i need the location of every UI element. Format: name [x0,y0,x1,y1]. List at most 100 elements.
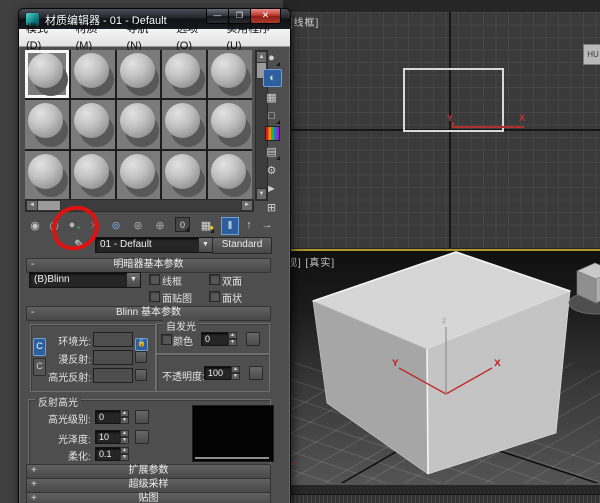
material-type-button[interactable]: Standard [212,237,272,254]
specular-level-spinner[interactable]: ▲ ▼ [120,410,129,424]
self-illum-color-checkbox[interactable] [161,334,172,345]
perspective-viewport[interactable]: Y X z x 视] [真实] [283,249,600,487]
faceted-checkbox[interactable] [209,291,220,302]
collapse-icon[interactable]: - [31,259,34,271]
material-sample-slot-0[interactable] [25,50,69,99]
opacity-map-button[interactable] [249,366,263,380]
material-id-channel-icon[interactable]: 0 [175,217,190,232]
material-options-icon[interactable]: ⚙ [263,162,280,178]
rollout-blinn-basic-params[interactable]: - Blinn 基本参数 [26,306,271,321]
sample-type-icon[interactable]: ● [263,50,280,66]
sample-horizontal-scrollbar[interactable]: ◄ ► [25,199,254,212]
sample-uv-tiling-icon[interactable]: □ [263,108,280,124]
make-preview-icon[interactable]: ▤ [263,144,280,160]
dropdown-arrow-icon[interactable]: ▼ [198,238,212,252]
glossiness-map-button[interactable] [135,430,149,444]
background-checker-icon[interactable]: ▦ [263,89,280,105]
self-illum-spinner[interactable]: ▲ ▼ [228,332,237,346]
glossiness-field[interactable]: 10 [95,430,122,444]
video-color-check-icon[interactable] [265,126,280,141]
highlight-curve [195,457,269,459]
diffuse-specular-lock-button[interactable]: C [33,358,46,376]
material-sample-slot-2[interactable] [116,50,161,99]
glossiness-spinner[interactable]: ▲ ▼ [120,430,129,444]
material-sample-slot-5[interactable] [25,100,69,149]
ambient-color-swatch[interactable] [93,332,133,347]
soften-spinner[interactable]: ▲ ▼ [120,447,129,461]
opacity-spinner[interactable]: ▲ ▼ [231,366,240,380]
self-illum-map-button[interactable] [246,332,260,346]
material-sample-slot-6[interactable] [70,100,115,149]
icon-overlay: ● [209,223,214,232]
collapse-icon[interactable]: - [31,307,34,319]
material-sample-slot-4[interactable] [208,50,252,99]
sample-sphere [73,103,109,139]
rollout-extended-params[interactable]: + 扩展参数 [26,464,271,479]
specular-map-button[interactable] [135,369,147,381]
rollout-shader-basic-params[interactable]: - 明暗器基本参数 [26,258,271,273]
scroll-right-icon[interactable]: ► [241,200,253,211]
time-trackbar[interactable] [283,494,600,503]
material-name-dropdown[interactable]: 01 - Default ▼ [95,237,213,253]
diffuse-map-button[interactable] [135,351,147,363]
backlight-icon[interactable]: ◐ [263,68,282,87]
material-sample-slot-14[interactable] [208,150,252,199]
box-object-front-view[interactable] [403,68,504,132]
material-sample-slot-8[interactable] [162,100,207,149]
self-illum-value-field[interactable]: 0 [201,332,230,346]
specular-color-swatch[interactable] [93,368,133,383]
face-map-label: 面贴图 [162,294,192,305]
specular-level-field[interactable]: 0 [95,410,122,424]
front-x-axis-line [452,126,524,128]
show-map-in-viewport-icon[interactable]: ▦ ● [198,217,214,233]
self-illum-color-label: 颜色 [173,337,193,348]
show-end-result-icon[interactable]: ‖ [221,217,239,235]
shader-type-value: (B)Blinn [34,274,70,285]
gizmo-z-label: z [442,316,446,325]
material-sample-slot-7[interactable] [116,100,161,149]
material-map-navigator-icon[interactable]: ⊞ [263,199,280,215]
get-material-icon[interactable]: ◉ [27,217,43,233]
make-material-copy-icon[interactable]: ⊚ [108,217,124,233]
material-sample-slot-9[interactable] [208,100,252,149]
diffuse-color-swatch[interactable] [93,350,133,365]
ambient-diffuse-lock-button[interactable]: C [33,338,46,356]
material-sample-slot-3[interactable] [162,50,207,99]
sample-sphere [73,153,109,189]
rollout-title: 扩展参数 [128,465,169,476]
status-strip [283,485,600,494]
select-by-material-icon[interactable]: ► [263,181,280,197]
material-sample-slot-1[interactable] [70,50,115,99]
specular-level-label: 高光级别: [48,415,91,426]
specular-highlights-group: 反射高光 高光级别: 0 ▲ ▼ 光泽度: 10 ▲ ▼ 柔化: 0.1 ▲ ▼ [28,394,274,465]
make-unique-icon[interactable]: ⊛ [130,217,146,233]
rollout-maps[interactable]: + 贴图 [26,492,271,503]
expand-icon[interactable]: + [31,493,37,503]
opacity-value-field[interactable]: 100 [204,366,233,380]
ambient-lock-icon[interactable]: 🔒 [135,338,148,351]
material-sample-slot-11[interactable] [70,150,115,199]
material-sample-slot-13[interactable] [162,150,207,199]
go-forward-to-sibling-icon[interactable]: → [259,217,275,233]
soften-field[interactable]: 0.1 [95,447,122,461]
expand-icon[interactable]: + [31,479,37,491]
scene-box-object[interactable] [311,251,572,475]
soften-label: 柔化: [68,452,91,463]
wire-checkbox[interactable] [149,274,160,285]
shader-type-dropdown[interactable]: (B)Blinn ▼ [29,272,141,288]
cropped-tooltip: HU [583,44,600,65]
rollout-supersampling[interactable]: + 超级采样 [26,478,271,493]
material-sample-slot-12[interactable] [116,150,161,199]
expand-icon[interactable]: + [31,465,37,477]
go-to-parent-icon[interactable]: ↑ [241,217,257,233]
specular-level-map-button[interactable] [135,410,149,424]
hscroll-thumb[interactable] [37,200,61,211]
material-sample-slot-10[interactable] [25,150,69,199]
two-sided-checkbox[interactable] [209,274,220,285]
viewcube[interactable] [568,262,600,315]
face-map-checkbox[interactable] [149,291,160,302]
dropdown-arrow-icon[interactable]: ▼ [126,273,140,287]
highlight-curve-window [192,405,274,462]
put-to-library-icon[interactable]: ⊕ [152,217,168,233]
front-viewport[interactable]: ][线框] Y X x HU [283,12,600,248]
